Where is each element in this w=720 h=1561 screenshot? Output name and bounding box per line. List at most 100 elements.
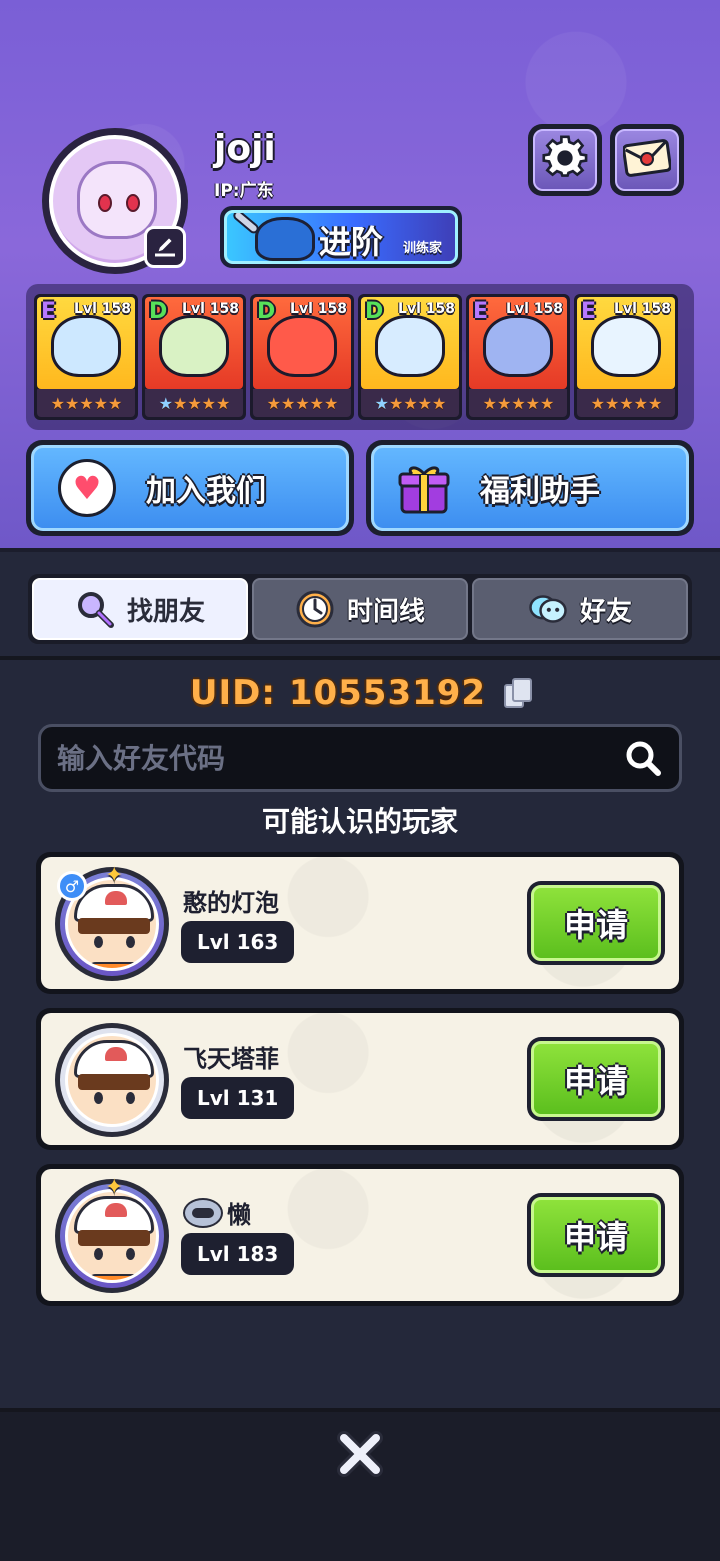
star-icon: ✦ [105, 1175, 124, 1200]
apply-friend-button[interactable]: 申请 [527, 1193, 665, 1277]
magnifier-icon [75, 589, 115, 629]
star-icon: ★ [79, 393, 93, 413]
male-gender-icon: ♂ [57, 871, 87, 901]
tab-find-friends[interactable]: 找朋友 [32, 578, 248, 640]
star-icon: ★ [187, 393, 201, 413]
pet-card[interactable]: E Lvl 158 ★ ★ ★ ★ ★ [34, 294, 138, 420]
pet-card-art: E Lvl 158 [577, 297, 675, 389]
star-icon: ★ [511, 393, 525, 413]
pet-card[interactable]: D Lvl 158 ★ ★ ★ ★ ★ [142, 294, 246, 420]
cap-graphic [74, 1196, 154, 1234]
player-level: Lvl 163 [181, 921, 295, 963]
player-card: 飞天塔菲 Lvl 131 申请 [36, 1008, 684, 1150]
pet-card-art: E Lvl 158 [469, 297, 567, 389]
pet-star-rating: ★ ★ ★ ★ ★ [253, 389, 351, 417]
rank-badge[interactable]: 进阶 训练家 [220, 206, 462, 268]
player-card-face: ✦ ♂ 憨的灯泡 Lvl 163 申请 [41, 857, 679, 989]
pet-level: Lvl 158 [290, 301, 347, 317]
player-name: 懒 [227, 1201, 251, 1229]
player-level: Lvl 131 [181, 1077, 295, 1119]
pet-star-rating: ★ ★ ★ ★ ★ [361, 389, 459, 417]
uid-row: UID: 10553192 [0, 668, 720, 718]
avatar-eye [126, 1248, 135, 1260]
player-name: 飞天塔菲 [183, 1045, 279, 1073]
star-icon: ★ [590, 393, 605, 413]
pet-card[interactable]: D Lvl 158 ★ ★ ★ ★ ★ [250, 294, 354, 420]
pet-grade: D [149, 299, 168, 324]
rank-subtitle: 训练家 [403, 241, 443, 256]
pet-star-rating: ★ ★ ★ ★ ★ [577, 389, 675, 417]
tab-timeline-label: 时间线 [346, 596, 425, 627]
apply-button-label: 申请 [531, 1197, 661, 1273]
star-icon: ★ [309, 393, 324, 413]
star-icon: ★ [648, 393, 662, 413]
star-icon: ★ [201, 393, 216, 413]
pet-grade: E [473, 299, 489, 324]
suggested-players-title: 可能认识的玩家 [261, 805, 458, 838]
search-icon[interactable] [623, 738, 663, 778]
tab-friends-label: 好友 [579, 596, 632, 627]
star-icon: ★ [295, 393, 309, 413]
pet-creature-image [591, 315, 661, 377]
star-icon: ★ [540, 393, 554, 413]
avatar-image [65, 1189, 159, 1283]
avatar-eye [126, 936, 135, 948]
rank-badge-face: 进阶 训练家 [224, 210, 458, 264]
hair-graphic [78, 918, 150, 934]
star-icon: ★ [388, 393, 403, 413]
close-icon [334, 1428, 386, 1484]
pet-level: Lvl 158 [614, 301, 671, 317]
edit-avatar-button[interactable] [144, 226, 186, 268]
star-icon: ★ [64, 393, 79, 413]
pet-level: Lvl 158 [182, 301, 239, 317]
avatar-eye [126, 1092, 135, 1104]
edit-pencil-icon [153, 233, 177, 261]
apply-friend-button[interactable]: 申请 [527, 1037, 665, 1121]
star-icon: ★ [216, 393, 230, 413]
tab-friends[interactable]: 好友 [472, 578, 688, 640]
star-icon: ★ [266, 393, 281, 413]
star-icon: ★ [158, 393, 173, 413]
rank-title: 进阶 [319, 223, 384, 261]
star-icon: ★ [108, 393, 122, 413]
copy-icon[interactable] [504, 678, 533, 708]
mail-button[interactable] [610, 124, 684, 196]
settings-button-face [533, 129, 597, 191]
close-button[interactable] [332, 1428, 388, 1484]
apply-friend-button[interactable]: 申请 [527, 881, 665, 965]
star-icon: ★ [324, 393, 338, 413]
tab-timeline[interactable]: 时间线 [252, 578, 468, 640]
player-avatar[interactable] [55, 1023, 169, 1137]
settings-button[interactable] [528, 124, 602, 196]
star-icon: ★ [496, 393, 511, 413]
pet-card[interactable]: E Lvl 158 ★ ★ ★ ★ ★ [574, 294, 678, 420]
pet-card[interactable]: E Lvl 158 ★ ★ ★ ★ ★ [466, 294, 570, 420]
welfare-helper-button[interactable]: 福利助手 [366, 440, 694, 536]
avatar-eye [126, 194, 140, 212]
pet-star-rating: ★ ★ ★ ★ ★ [145, 389, 243, 417]
join-us-button[interactable]: ♥ 加入我们 [26, 440, 354, 536]
pet-grade: D [365, 299, 384, 324]
star-icon: ★ [280, 393, 295, 413]
star-icon: ★ [633, 393, 648, 413]
player-card-face: 飞天塔菲 Lvl 131 申请 [41, 1013, 679, 1145]
pet-creature-image [267, 315, 337, 377]
star-icon: ★ [619, 393, 633, 413]
star-icon: ★ [50, 393, 65, 413]
star-icon: ★ [604, 393, 619, 413]
vip-mask-icon [183, 1197, 223, 1228]
pet-level: Lvl 158 [398, 301, 455, 317]
pet-card[interactable]: D Lvl 158 ★ ★ ★ ★ ★ [358, 294, 462, 420]
pet-creature-image [51, 315, 121, 377]
pet-grade: E [41, 299, 57, 324]
welfare-helper-button-face: 福利助手 [371, 445, 689, 531]
gear-icon [542, 135, 588, 185]
player-card-face: ✦ 懒 Lvl 183 申请 [41, 1169, 679, 1301]
clock-icon [295, 589, 335, 629]
avatar-eye [94, 1248, 103, 1260]
player-level: Lvl 183 [181, 1233, 295, 1275]
friend-code-input[interactable] [57, 741, 623, 775]
team-strip: E Lvl 158 ★ ★ ★ ★ ★ D Lvl 158 ★ ★ ★ ★ ★ D Lvl 158 ★ ★ ★ ★ ★ D… [26, 284, 694, 430]
star-icon: ★ [417, 393, 432, 413]
hair-graphic [78, 1074, 150, 1090]
